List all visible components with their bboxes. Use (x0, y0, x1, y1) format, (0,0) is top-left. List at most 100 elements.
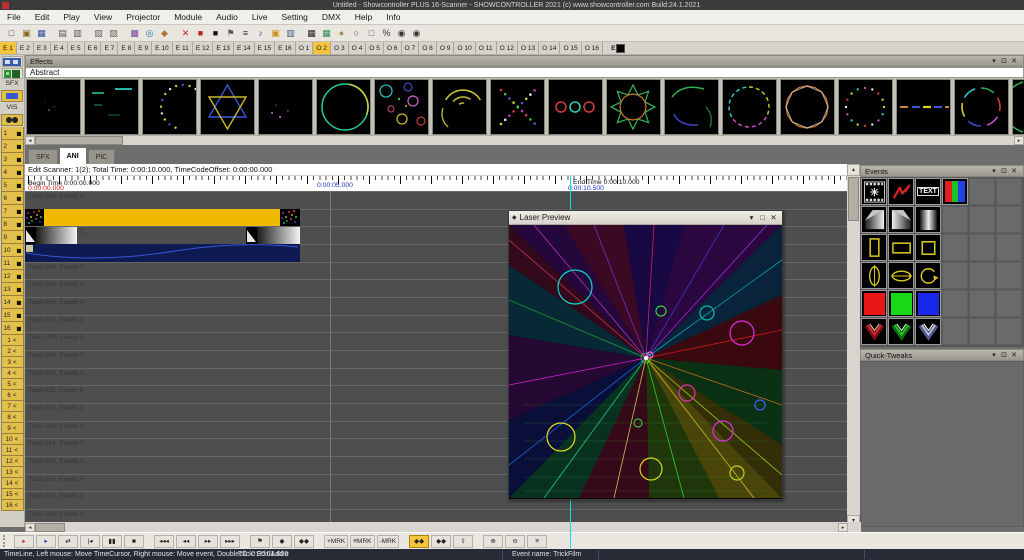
dropdown-button-icon[interactable]: ▾ (746, 213, 757, 222)
snap-mode-button[interactable]: ◆◆ (409, 535, 429, 548)
scanner-select-button-8[interactable]: 8 (1, 218, 24, 231)
copy-icon[interactable]: ▧ (91, 27, 106, 40)
scanner-select-button-9[interactable]: 9 (1, 231, 24, 244)
scanner-tab-o10[interactable]: O 10 (454, 42, 475, 54)
effect-thumbnail-star-6[interactable] (200, 79, 255, 135)
event-button-freehand[interactable] (888, 178, 914, 205)
close-button-icon[interactable]: ✕ (1009, 351, 1019, 359)
find-next-icon[interactable]: ◉ (409, 27, 424, 40)
effect-thumbnail-octagon-ring[interactable] (780, 79, 835, 135)
scanner-tab-o2[interactable]: O 2 (313, 42, 331, 54)
scanner-select-button-2[interactable]: 2 (1, 140, 24, 153)
scrollbar-thumb[interactable] (848, 177, 859, 221)
scanner-select-button-11[interactable]: 11 (1, 257, 24, 270)
new-file-icon[interactable]: □ (4, 27, 19, 40)
scroll-left-icon[interactable]: ◂ (25, 136, 35, 145)
timeline-options-button[interactable]: ≡ (527, 535, 547, 548)
event-button-rotate-z[interactable] (915, 262, 941, 289)
scanner-tab-o14[interactable]: O 14 (539, 42, 560, 54)
scanner-tab-e14[interactable]: E 14 (234, 42, 255, 54)
event-cursor-tool-button[interactable]: ▸ (36, 535, 56, 548)
preset-recall-button-12[interactable]: 12< (1, 456, 24, 467)
event-clip-end-thumbnail[interactable] (280, 209, 300, 226)
effect-thumbnail-swirl[interactable] (664, 79, 719, 135)
display-icon[interactable]: □ (364, 27, 379, 40)
marker-list-button[interactable]: ≡MRK (350, 535, 374, 548)
toolbar-grip[interactable] (3, 535, 8, 547)
effect-thumbnail-three-circles[interactable] (548, 79, 603, 135)
scanner-tab-o7[interactable]: O 7 (402, 42, 420, 54)
scanner-tab-e3[interactable]: E 3 (34, 42, 51, 54)
select-grid-icon[interactable]: ▩ (127, 27, 142, 40)
event-button-rect-vertical[interactable] (861, 234, 887, 261)
effect-thumbnail-edge-arc[interactable] (1012, 79, 1024, 135)
scanner-tab-e2[interactable]: E 2 (17, 42, 34, 54)
track-row-0[interactable]: Track 000, Events 0 (25, 191, 848, 209)
preset-recall-button-2[interactable]: 2< (1, 346, 24, 357)
scanner-tab-o5[interactable]: O 5 (366, 42, 384, 54)
preset-recall-button-5[interactable]: 5< (1, 379, 24, 390)
scanner-select-button-10[interactable]: 10 (1, 244, 24, 257)
effect-thumbnail-x-dots[interactable] (490, 79, 545, 135)
event-bar-fade-in[interactable] (25, 227, 77, 244)
menu-projector[interactable]: Projector (119, 10, 167, 24)
scanner-tab-e12[interactable]: E 12 (193, 42, 214, 54)
preset-recall-button-13[interactable]: 13< (1, 467, 24, 478)
scanner-select-button-5[interactable]: 5 (1, 179, 24, 192)
maximize-button-icon[interactable]: □ (757, 213, 768, 222)
vis-search-button[interactable] (1, 114, 23, 126)
scanner-tab-e15[interactable]: E 15 (255, 42, 276, 54)
rewind-button[interactable]: ◂◂ (176, 535, 196, 548)
preset-recall-button-14[interactable]: 14< (1, 478, 24, 489)
media-folder-icon[interactable]: ▣ (268, 27, 283, 40)
pause-button[interactable]: ▮▮ (102, 535, 122, 548)
hand-icon[interactable]: ● (334, 27, 349, 40)
scrollbar-thumb[interactable] (35, 136, 123, 145)
scanner-tab-e10[interactable]: E 10 (152, 42, 173, 54)
stop-button[interactable]: ■ (124, 535, 144, 548)
event-button-chevron-white[interactable] (915, 318, 941, 345)
event-button-chevron-red[interactable] (861, 318, 887, 345)
scanner-tab-o1[interactable]: O 1 (296, 42, 314, 54)
scanner-select-button-7[interactable]: 7 (1, 205, 24, 218)
sfx-bank-button[interactable] (1, 90, 23, 102)
event-button-text[interactable]: TEXT (915, 178, 941, 205)
preset-recall-button-6[interactable]: 6< (1, 390, 24, 401)
pin-button-icon[interactable]: ⊡ (999, 57, 1009, 65)
print-icon[interactable]: ▤ (55, 27, 70, 40)
preset-recall-button-10[interactable]: 10< (1, 434, 24, 445)
effects-category-select[interactable]: Abstract (25, 67, 1024, 78)
menu-dmx[interactable]: DMX (315, 10, 348, 24)
green-grid-icon[interactable]: ▦ (319, 27, 334, 40)
eo-toggle-button[interactable]: E (609, 42, 627, 54)
scanner-tab-e8[interactable]: E 8 (118, 42, 135, 54)
fast-forward-button[interactable]: ▸▸▸ (220, 535, 240, 548)
record-icon[interactable]: ■ (193, 27, 208, 40)
raise-event-button[interactable]: ⇧ (453, 535, 473, 548)
scanner-tab-o8[interactable]: O 8 (419, 42, 437, 54)
edit-pen-icon[interactable]: ◆ (157, 27, 172, 40)
music-note-icon[interactable]: ♪ (253, 27, 268, 40)
timeline-cursor-tool-button[interactable]: ▸ (14, 535, 34, 548)
preset-recall-button-11[interactable]: 11< (1, 445, 24, 456)
preset-recall-button-15[interactable]: 15< (1, 489, 24, 500)
percent-icon[interactable]: % (379, 27, 394, 40)
effect-thumbnail-dotted-circle[interactable] (838, 79, 893, 135)
event-bar-modulation[interactable] (25, 244, 300, 262)
scanner-select-button-13[interactable]: 13 (1, 283, 24, 296)
dropdown-button-icon[interactable]: ▾ (989, 57, 999, 65)
list-lines-icon[interactable]: ≡ (238, 27, 253, 40)
pin-button-icon[interactable]: ⊡ (999, 167, 1009, 175)
close-button-icon[interactable]: ✕ (1009, 57, 1019, 65)
delete-icon[interactable]: ✕ (178, 27, 193, 40)
event-bar-fade-out[interactable] (246, 227, 300, 244)
prev-event-button[interactable]: ◆ (272, 535, 292, 548)
scanner-select-button-14[interactable]: 14 (1, 296, 24, 309)
scanner-tab-o6[interactable]: O 6 (384, 42, 402, 54)
scanner-tab-e16[interactable]: E 16 (275, 42, 296, 54)
paste-icon[interactable]: ▨ (106, 27, 121, 40)
event-button-color-green[interactable] (888, 290, 914, 317)
scanner-tab-e9[interactable]: E 9 (135, 42, 152, 54)
effect-thumbnail-faint-dots[interactable] (26, 79, 81, 135)
event-button-wipe-right[interactable] (888, 206, 914, 233)
